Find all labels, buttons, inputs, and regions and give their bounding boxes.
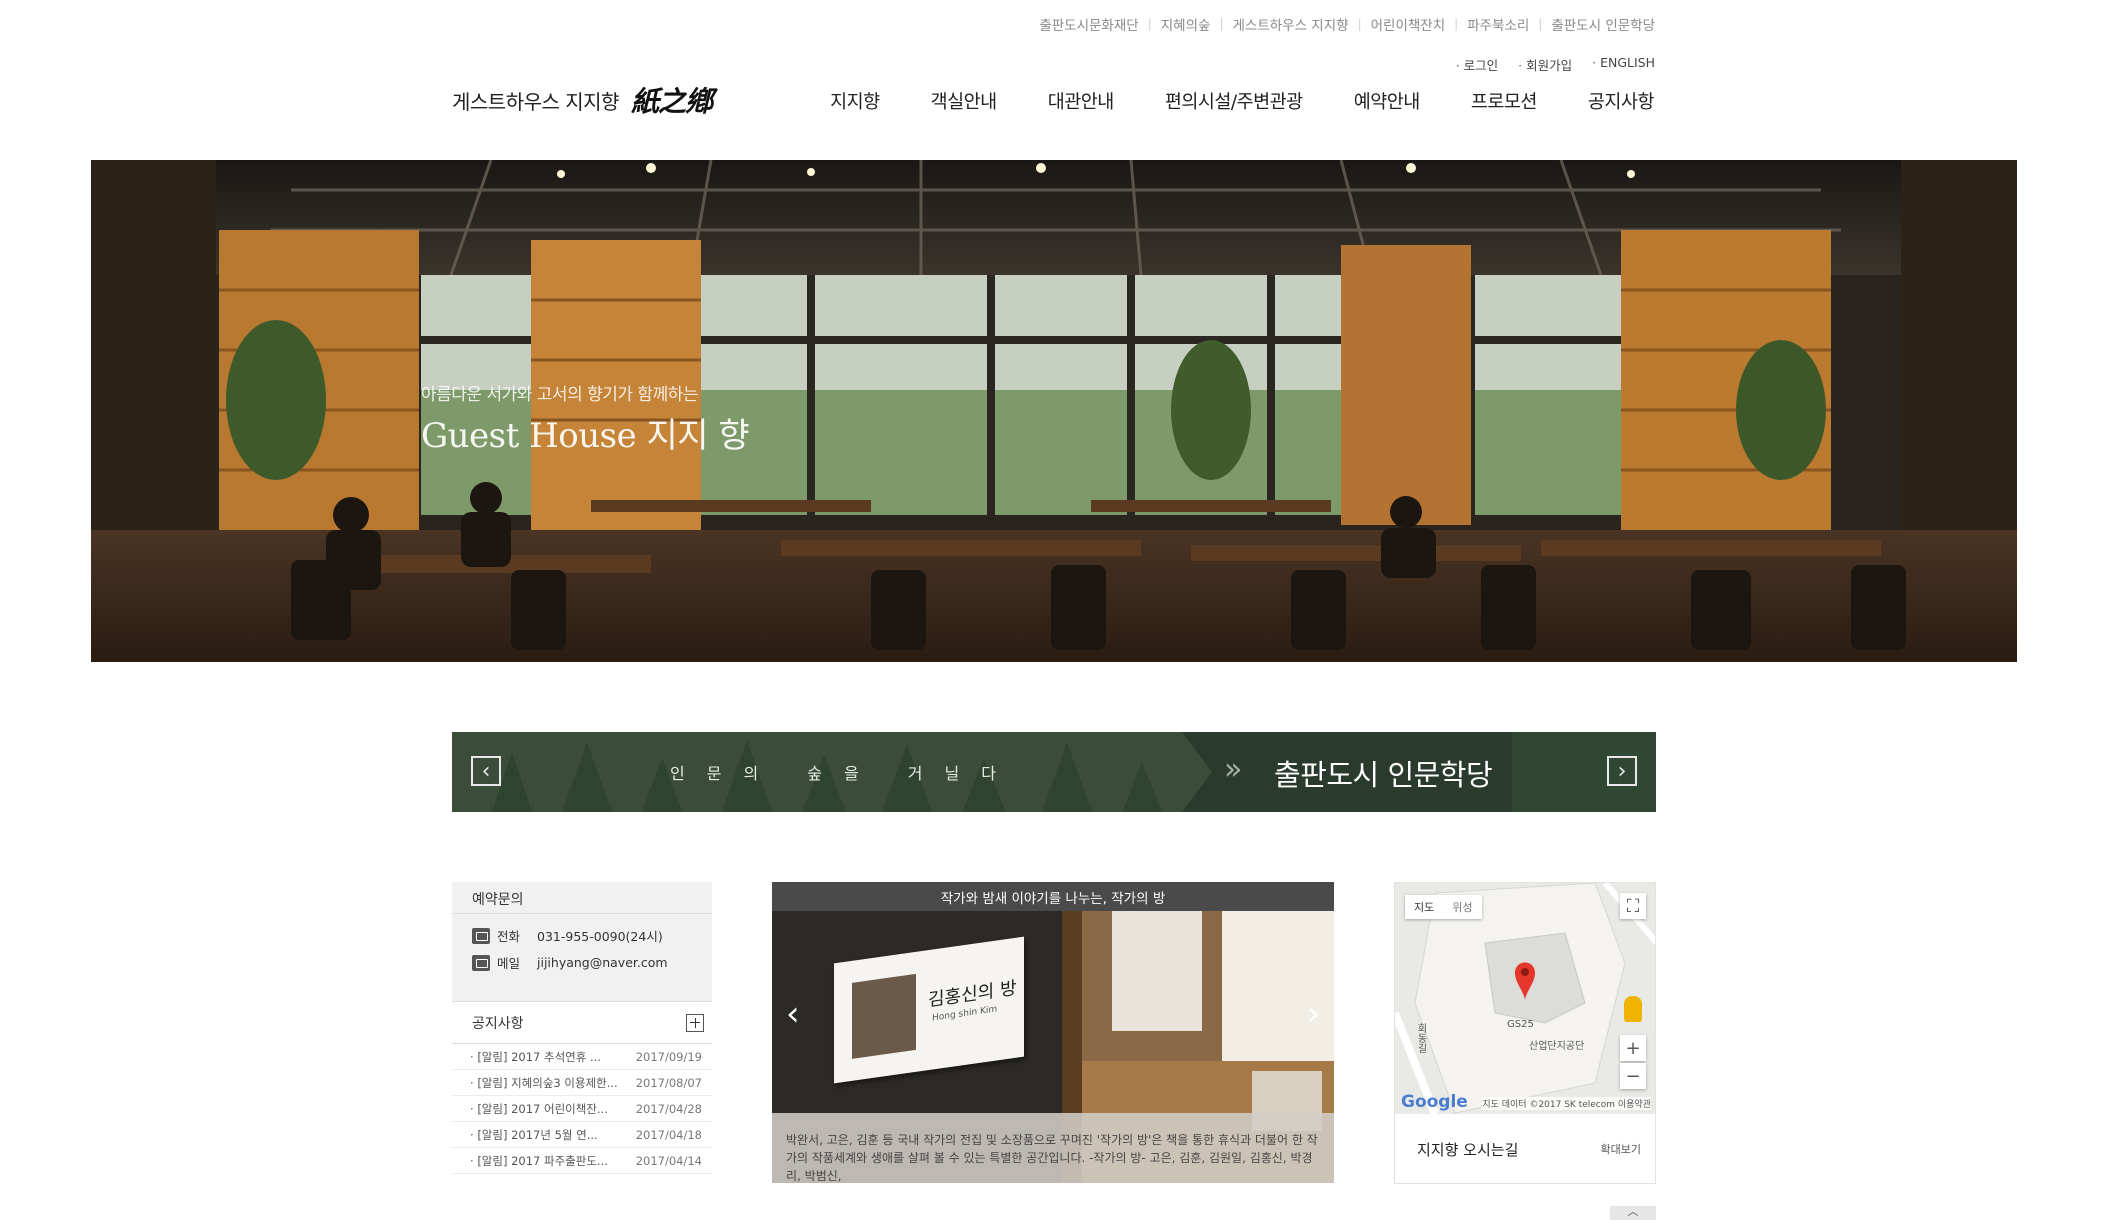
english-link[interactable]: ENGLISH — [1592, 55, 1655, 74]
nav-item-notice[interactable]: 공지사항 — [1588, 88, 1655, 114]
util-link-humanities[interactable]: 출판도시 인문학당 — [1551, 14, 1655, 34]
member-links: 로그인 회원가입 ENGLISH — [1456, 55, 1655, 74]
map-enlarge-link[interactable]: 확대보기 — [1601, 1141, 1641, 1157]
util-link-foundation[interactable]: 출판도시문화재단 — [1039, 14, 1138, 34]
contact-notice-panel: 예약문의 전화 031-955-0090(24시) 메일 jijihyang@n… — [452, 882, 712, 1174]
notice-item-date: 2017/04/14 — [635, 1153, 702, 1168]
list-item[interactable]: [알림] 2017년 5월 연... 2017/04/18 — [452, 1122, 712, 1148]
banner-title: 출판도시 인문학당 — [1274, 758, 1493, 792]
site-logo[interactable]: 게스트하우스 지지향 紙之鄕 — [452, 80, 713, 120]
util-divider: | — [1219, 17, 1224, 31]
login-link[interactable]: 로그인 — [1456, 55, 1499, 74]
map-tab-map[interactable]: 지도 — [1405, 895, 1443, 919]
util-link-booksori[interactable]: 파주북소리 — [1467, 14, 1529, 34]
notice-item-title: [알림] 2017 파주출판도... — [470, 1153, 608, 1169]
mail-label: 메일 — [497, 956, 521, 971]
list-item[interactable]: [알림] 지혜의숲3 이용제한... 2017/08/07 — [452, 1070, 712, 1096]
google-logo: Google — [1401, 1092, 1468, 1112]
notice-item-date: 2017/09/19 — [635, 1049, 702, 1064]
list-item[interactable]: [알림] 2017 어린이책잔... 2017/04/28 — [452, 1096, 712, 1122]
notice-item-title: [알림] 2017 어린이책잔... — [470, 1101, 608, 1117]
nav-item-promotion[interactable]: 프로모션 — [1471, 88, 1538, 114]
signup-link[interactable]: 회원가입 — [1518, 55, 1572, 74]
main-nav: 지지향 객실안내 대관안내 편의시설/주변관광 예약안내 프로모션 공지사항 — [830, 88, 1654, 114]
list-item[interactable]: [알림] 2017 추석연휴 ... 2017/09/19 — [452, 1044, 712, 1070]
notice-item-title: [알림] 2017 추석연휴 ... — [470, 1049, 601, 1065]
chevron-up-icon: ︿ — [1627, 1205, 1639, 1218]
humanities-banner[interactable]: ‹ 인문의 숲을 거닐다 » 출판도시 인문학당 › — [452, 732, 1656, 812]
fullscreen-icon[interactable]: ⛶ — [1620, 893, 1646, 919]
pegman-icon[interactable] — [1624, 996, 1642, 1022]
map-label-complex: 산업단지공단 — [1529, 1041, 1585, 1052]
notice-list: [알림] 2017 추석연휴 ... 2017/09/19 [알림] 지혜의숲3 … — [452, 1044, 712, 1174]
list-item[interactable]: [알림] 2017 파주출판도... 2017/04/14 — [452, 1148, 712, 1174]
hero-banner: 아름다운 서가와 고서의 향기가 함께하는 Guest House 지지 향 — [91, 160, 2017, 662]
mail-row: 메일 jijihyang@naver.com — [472, 953, 692, 972]
util-divider: | — [1357, 17, 1362, 31]
logo-text: 게스트하우스 지지향 — [452, 89, 619, 114]
phone-number: 031-955-0090(24시) — [537, 929, 663, 944]
utility-links: 출판도시문화재단 | 지혜의숲 | 게스트하우스 지지향 | 어린이책잔치 | 파주북소… — [1039, 14, 1655, 34]
writer-room-slider: 작가와 밤새 이야기를 나누는, 작가의 방 김홍신의 방 Hong shin … — [772, 882, 1334, 1183]
writer-room-caption: 박완서, 고은, 김훈 등 국내 작가의 전집 및 소장품으로 꾸며진 '작가의… — [772, 1113, 1334, 1183]
map-widget[interactable]: 지도 위성 ⛶ + − GS25 산업단지공단 회동길 Google 지도 데이… — [1395, 883, 1655, 1114]
notice-more-button[interactable] — [686, 1013, 704, 1032]
mail-address[interactable]: jijihyang@naver.com — [537, 955, 668, 970]
util-divider: | — [1147, 17, 1152, 31]
notice-title: 공지사항 — [472, 1015, 524, 1032]
nameplate-name: 김홍신의 방 — [928, 977, 1017, 1012]
phone-label: 전화 — [497, 929, 521, 944]
contact-title: 예약문의 — [452, 882, 712, 914]
notice-item-title: [알림] 지혜의숲3 이용제한... — [470, 1075, 617, 1091]
hero-photo — [91, 160, 2017, 662]
notice-item-date: 2017/08/07 — [635, 1075, 702, 1090]
nav-item-rental[interactable]: 대관안내 — [1048, 88, 1115, 114]
zoom-in-icon[interactable]: + — [1620, 1035, 1646, 1061]
slider-prev-icon[interactable]: ‹ — [786, 994, 800, 1034]
banner-chevron-icon: » — [1224, 752, 1242, 787]
location-map-panel: 지도 위성 ⛶ + − GS25 산업단지공단 회동길 Google 지도 데이… — [1394, 882, 1656, 1184]
mail-icon — [472, 954, 490, 971]
nav-item-reservation[interactable]: 예약안내 — [1354, 88, 1421, 114]
notice-item-date: 2017/04/18 — [635, 1127, 702, 1142]
nav-item-jijihyang[interactable]: 지지향 — [830, 88, 880, 114]
phone-row: 전화 031-955-0090(24시) — [472, 926, 692, 945]
banner-phrase: 인문의 숲을 거닐다 — [670, 764, 1018, 783]
map-type-tabs: 지도 위성 — [1405, 895, 1482, 919]
slider-next-icon[interactable]: › — [1306, 994, 1320, 1034]
map-attribution: 지도 데이터 ©2017 SK telecom 이용약관 — [1482, 1097, 1651, 1110]
scroll-top-button[interactable]: ︿ — [1610, 1206, 1656, 1220]
reservation-contact: 예약문의 전화 031-955-0090(24시) 메일 jijihyang@n… — [452, 882, 712, 1002]
notice-item-date: 2017/04/28 — [635, 1101, 702, 1116]
notice-item-title: [알림] 2017년 5월 연... — [470, 1127, 597, 1143]
directions-title: 지지향 오시는길 — [1417, 1140, 1519, 1159]
zoom-out-icon[interactable]: − — [1620, 1063, 1646, 1089]
hero-subtitle: 아름다운 서가와 고서의 향기가 함께하는 — [421, 385, 699, 405]
map-footer: 지지향 오시는길 확대보기 — [1395, 1114, 1655, 1184]
notice-header: 공지사항 — [452, 1002, 712, 1044]
hero-title: Guest House 지지 향 — [421, 416, 750, 456]
map-tab-satellite[interactable]: 위성 — [1443, 895, 1481, 919]
nav-item-rooms[interactable]: 객실안내 — [931, 88, 998, 114]
util-link-kids-book[interactable]: 어린이책잔치 — [1371, 14, 1446, 34]
writer-room-title: 작가와 밤새 이야기를 나누는, 작가의 방 — [772, 882, 1334, 911]
util-divider: | — [1454, 17, 1459, 31]
util-link-guesthouse[interactable]: 게스트하우스 지지향 — [1232, 14, 1348, 34]
util-divider: | — [1538, 17, 1543, 31]
banner-prev-button[interactable]: ‹ — [471, 756, 501, 786]
author-portrait — [852, 973, 916, 1059]
nav-item-facilities[interactable]: 편의시설/주변관광 — [1165, 88, 1303, 114]
phone-icon — [472, 927, 490, 944]
logo-hanja: 紙之鄕 — [630, 85, 713, 118]
util-link-forest[interactable]: 지혜의숲 — [1161, 14, 1211, 34]
map-label-road: 회동길 — [1415, 1023, 1426, 1053]
banner-next-button[interactable]: › — [1607, 756, 1637, 786]
map-label-gs25: GS25 — [1507, 1019, 1534, 1030]
